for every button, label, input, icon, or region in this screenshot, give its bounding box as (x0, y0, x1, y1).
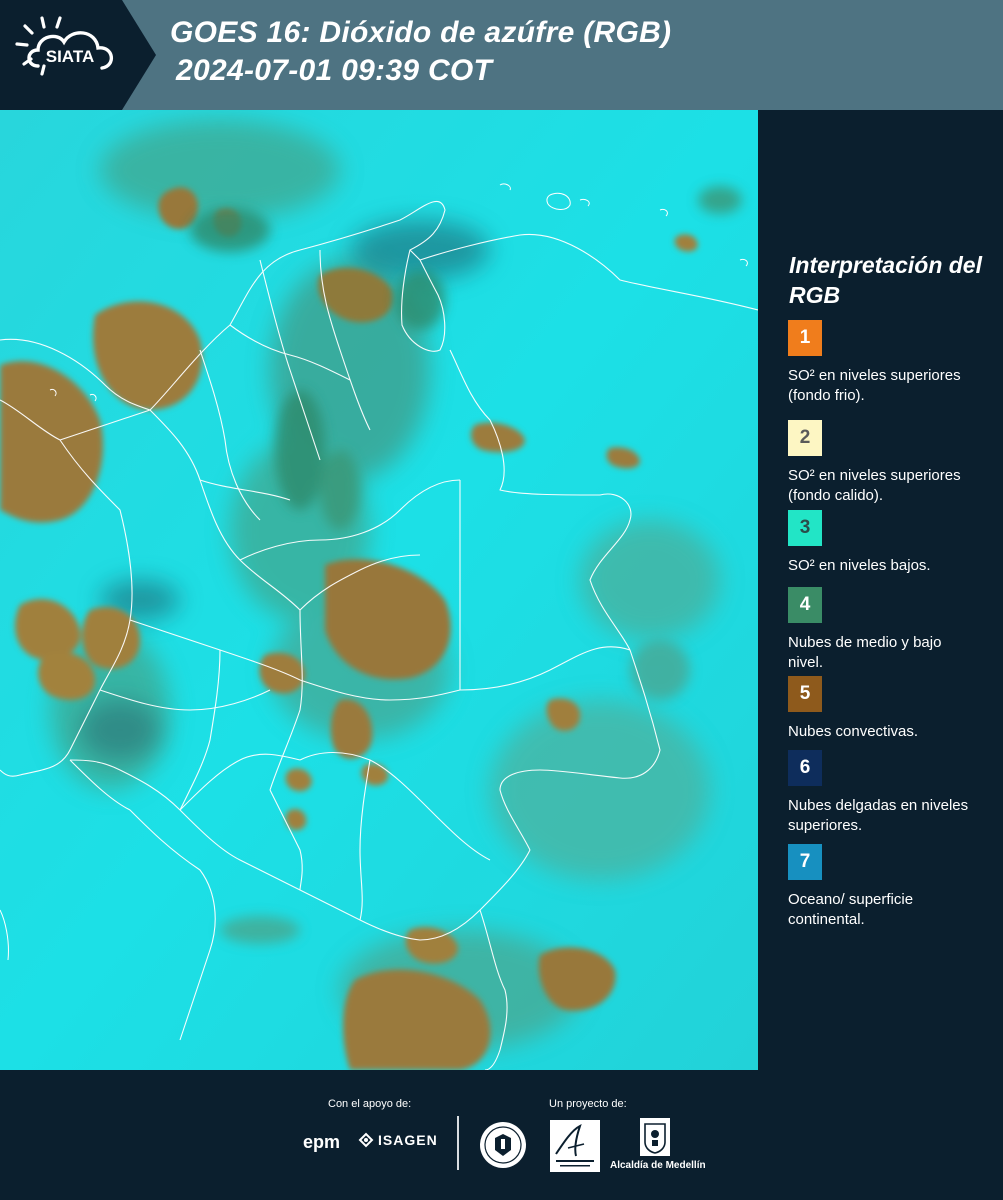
legend-swatch: 7 (788, 844, 822, 880)
footer-divider (457, 1116, 459, 1170)
satellite-image (0, 110, 758, 1070)
legend-item-2: 2 SO² en niveles superiores (fondo calido… (788, 420, 988, 506)
legend-swatch: 2 (788, 420, 822, 456)
legend-label: Nubes convectivas. (788, 723, 919, 740)
isagen-label: ISAGEN (378, 1132, 438, 1148)
legend-swatch: 5 (788, 676, 822, 712)
medellin-seal-icon (480, 1122, 526, 1168)
legend-item-5: 5 Nubes convectivas. (788, 676, 988, 742)
page-title: GOES 16: Dióxido de azúfre (RGB) (170, 16, 672, 49)
legend-swatch: 4 (788, 587, 822, 623)
alcaldia-label: Alcaldía de Medellín (610, 1160, 706, 1171)
legend-label: Nubes delgadas en niveles superiores. (788, 797, 969, 834)
legend-item-1: 1 SO² en niveles superiores (fondo frio). (788, 320, 988, 406)
legend-label: SO² en niveles superiores (fondo frio). (788, 367, 961, 404)
isagen-logo: ISAGEN (358, 1132, 438, 1148)
epm-logo: epm (303, 1132, 341, 1152)
area-metropolitana-logo (550, 1120, 600, 1172)
legend-title: Interpretación del RGB (789, 252, 982, 308)
legend-item-6: 6 Nubes delgadas en niveles superiores. (788, 750, 988, 836)
legend-item-4: 4 Nubes de medio y bajo nivel. (788, 587, 988, 673)
legend-label: Oceano/ superficie continental. (788, 891, 914, 928)
footer: Con el apoyo de: Un proyecto de: epm ISA… (0, 1070, 1003, 1200)
header: SIATA GOES 16: Dióxido de azúfre (RGB) 2… (0, 0, 1003, 110)
legend-item-3: 3 SO² en niveles bajos. (788, 510, 988, 576)
isagen-icon (358, 1132, 374, 1148)
timestamp: 2024-07-01 09:39 COT (176, 54, 493, 87)
legend-swatch: 6 (788, 750, 822, 786)
project-caption: Un proyecto de: (549, 1098, 627, 1110)
siata-wordmark: SIATA (46, 47, 94, 66)
siata-logo: SIATA (15, 16, 113, 76)
legend-swatch: 3 (788, 510, 822, 546)
alcaldia-shield-icon (640, 1118, 670, 1156)
legend-item-7: 7 Oceano/ superficie continental. (788, 844, 988, 930)
satellite-map (0, 110, 758, 1070)
legend-label: SO² en niveles superiores (fondo calido)… (788, 467, 961, 504)
support-caption: Con el apoyo de: (328, 1098, 412, 1110)
legend-label: SO² en niveles bajos. (788, 557, 931, 574)
legend-panel: Interpretación del RGB 1 SO² en niveles s… (758, 110, 1003, 1070)
legend-swatch: 1 (788, 320, 822, 356)
legend-label: Nubes de medio y bajo nivel. (788, 634, 942, 671)
header-notch (122, 0, 156, 110)
